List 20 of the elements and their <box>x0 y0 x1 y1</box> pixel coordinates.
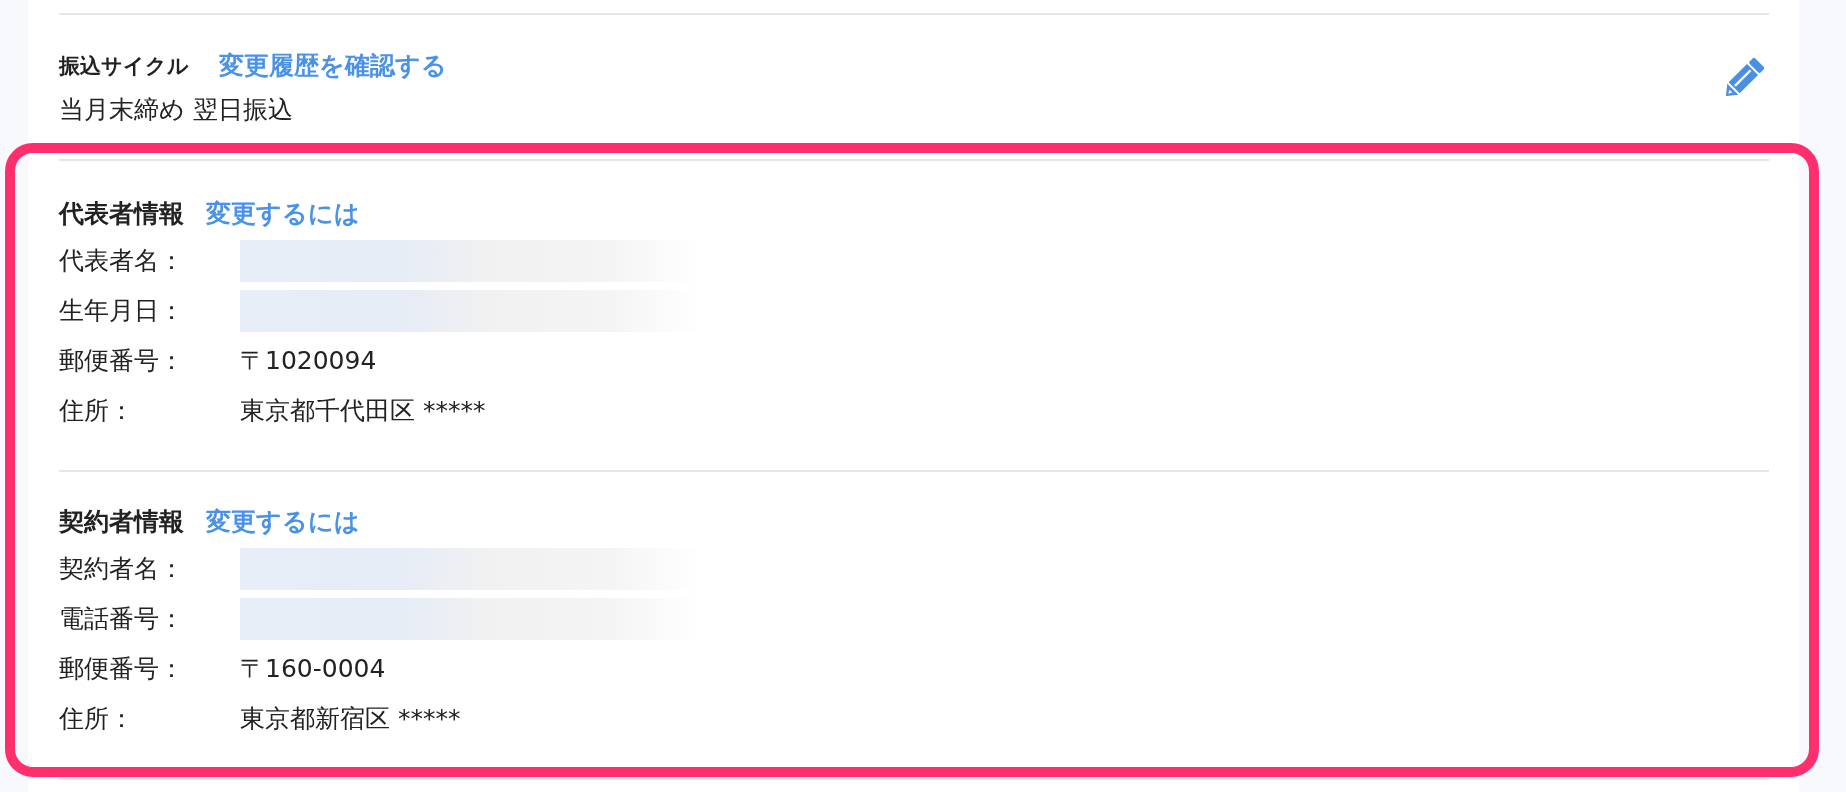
payout-cycle-value: 当月末締め 翌日振込 <box>59 94 294 126</box>
field-value: 〒160-0004 <box>240 653 386 685</box>
field-label: 住所： <box>59 703 135 735</box>
field-value: 〒1020094 <box>240 345 377 377</box>
section-title: 契約者情報 <box>59 506 184 538</box>
field-value: 東京都新宿区 ***** <box>240 703 461 735</box>
field-label: 住所： <box>59 395 135 427</box>
field-label: 郵便番号： <box>59 345 185 377</box>
field-label: 電話番号： <box>59 603 185 635</box>
change-link[interactable]: 変更するには <box>206 505 360 539</box>
section-title: 代表者情報 <box>59 198 184 230</box>
history-link[interactable]: 変更履歴を確認する <box>219 49 447 83</box>
field-label: 郵便番号： <box>59 653 185 685</box>
field-label: 生年月日： <box>59 295 185 327</box>
change-link[interactable]: 変更するには <box>206 197 360 231</box>
field-label: 契約者名： <box>59 553 185 585</box>
pencil-icon[interactable] <box>1726 57 1765 96</box>
field-label: 代表者名： <box>59 245 185 277</box>
field-value: 東京都千代田区 ***** <box>240 395 486 427</box>
payout-cycle-label: 振込サイクル <box>59 53 189 80</box>
